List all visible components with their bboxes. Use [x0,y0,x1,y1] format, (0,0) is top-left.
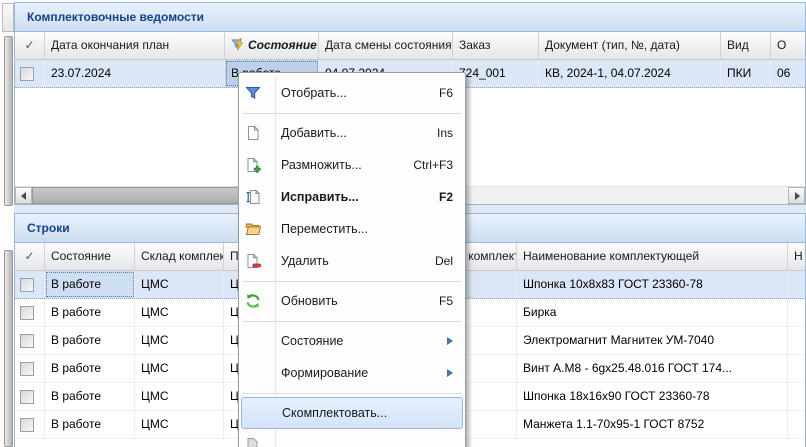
page-gray-icon [245,437,261,447]
add-page-icon [245,125,261,141]
menu-item-state[interactable]: Состояние [239,325,465,357]
submenu-arrow-icon [447,337,453,345]
scroll-right-icon [795,192,800,200]
refresh-icon [245,293,261,309]
cell-warehouse[interactable]: ЦМС [135,383,224,410]
move-folder-icon [245,221,261,237]
cell-n[interactable] [788,355,805,382]
column-header-n[interactable]: Н [788,243,805,270]
row-checkbox[interactable] [20,418,34,432]
row-check-cell [15,327,45,354]
column-header-state[interactable]: Состояние [45,243,135,270]
context-menu: Отобрать... F6 Добавить... Ins Размножит… [238,72,466,447]
vertical-splitter-bar[interactable] [4,36,13,206]
no-icon [246,405,262,421]
cell-state[interactable]: В работе [45,355,135,382]
column-header-date-plan[interactable]: Дата окончания план [45,32,225,59]
scroll-right-button[interactable] [788,187,805,204]
row-checkbox[interactable] [20,390,34,404]
column-header-document[interactable]: Документ (тип, №, дата) [539,32,721,59]
cell-state[interactable]: В работе [45,411,135,438]
cell-state[interactable]: В работе [45,271,135,298]
cell-n[interactable] [788,299,805,326]
row-checkbox[interactable] [20,362,34,376]
vertical-splitter-bar[interactable] [4,250,13,447]
filter-lightning-icon [231,35,246,59]
menu-item-delete[interactable]: Удалить Del [239,245,465,277]
app-window: Комплектовочные ведомости ✓ Дата окончан… [0,0,806,447]
cell-component-name[interactable]: Бирка [517,299,788,326]
no-icon [245,333,261,349]
menu-item-add[interactable]: Добавить... Ins [239,117,465,149]
cell-n[interactable] [788,411,805,438]
menu-separator [239,317,465,325]
cell-date-plan[interactable]: 23.07.2024 [45,60,225,87]
row-checkbox[interactable] [20,334,34,348]
cell-document[interactable]: КВ, 2024-1, 04.07.2024 [539,60,721,87]
row-check-cell [15,299,45,326]
menu-item-filter[interactable]: Отобрать... F6 [239,77,465,109]
menu-item-assemble[interactable]: Скомплектовать... [241,397,463,429]
column-header-order[interactable]: Заказ [453,32,539,59]
menu-item-move[interactable]: Переместить... [239,213,465,245]
cell-state[interactable]: В работе [45,299,135,326]
menu-item-refresh[interactable]: Обновить F5 [239,285,465,317]
row-check-cell [15,271,45,298]
menu-item-partial[interactable] [239,429,465,447]
cell-component-name[interactable]: Винт А.М8 - 6gx25.48.016 ГОСТ 174... [517,355,788,382]
cell-n[interactable] [788,327,805,354]
column-header-warehouse[interactable]: Склад комплектации [135,243,224,270]
submenu-arrow-icon [447,369,453,377]
cell-component-name[interactable]: Электромагнит Магнитек УМ-7040 [517,327,788,354]
cell-extra[interactable]: 06 [771,60,805,87]
scroll-left-icon [21,192,26,200]
column-header-state[interactable]: Состояние [225,32,319,59]
cell-state[interactable]: В работе [45,327,135,354]
cell-state[interactable]: В работе [45,383,135,410]
cell-component-name[interactable]: Манжета 1.1-70x95-1 ГОСТ 8752 [517,411,788,438]
cell-warehouse[interactable]: ЦМС [135,327,224,354]
splitter-collapse-button[interactable] [2,3,14,32]
edit-page-icon [245,189,261,205]
row-check-cell [15,60,45,87]
cell-component-name[interactable]: Шпонка 10x8x83 ГОСТ 23360-78 [517,271,788,298]
row-check-cell [15,411,45,438]
scroll-left-button[interactable] [15,187,32,204]
cell-n[interactable] [788,271,805,298]
cell-component-name[interactable]: Шпонка 18x16x90 ГОСТ 23360-78 [517,383,788,410]
menu-separator [239,389,465,397]
menu-separator [239,109,465,117]
cell-warehouse[interactable]: ЦМС [135,411,224,438]
column-header-component-name[interactable]: Наименование комплектующей [517,243,788,270]
column-header-check[interactable]: ✓ [15,32,45,59]
row-checkbox[interactable] [20,67,34,81]
duplicate-page-icon [245,157,261,173]
menu-item-edit[interactable]: Исправить... F2 [239,181,465,213]
cell-n[interactable] [788,383,805,410]
no-icon [245,365,261,381]
cell-warehouse[interactable]: ЦМС [135,355,224,382]
top-grid-header: ✓ Дата окончания план Состояние Дата сме… [15,32,805,60]
delete-page-icon [245,253,261,269]
row-checkbox[interactable] [20,278,34,292]
row-check-cell [15,383,45,410]
cell-kind[interactable]: ПКИ [721,60,771,87]
row-checkbox[interactable] [20,306,34,320]
menu-item-duplicate[interactable]: Размножить... Ctrl+F3 [239,149,465,181]
cell-warehouse[interactable]: ЦМС [135,271,224,298]
column-header-o[interactable]: О [771,32,805,59]
menu-item-forming[interactable]: Формирование [239,357,465,389]
panel-title-picking-lists: Комплектовочные ведомости [15,3,805,32]
row-check-cell [15,355,45,382]
menu-separator [239,277,465,285]
cell-warehouse[interactable]: ЦМС [135,299,224,326]
filter-icon [245,85,261,101]
column-header-kind[interactable]: Вид [721,32,771,59]
column-header-check[interactable]: ✓ [15,243,45,270]
column-header-date-state[interactable]: Дата смены состояния [319,32,453,59]
